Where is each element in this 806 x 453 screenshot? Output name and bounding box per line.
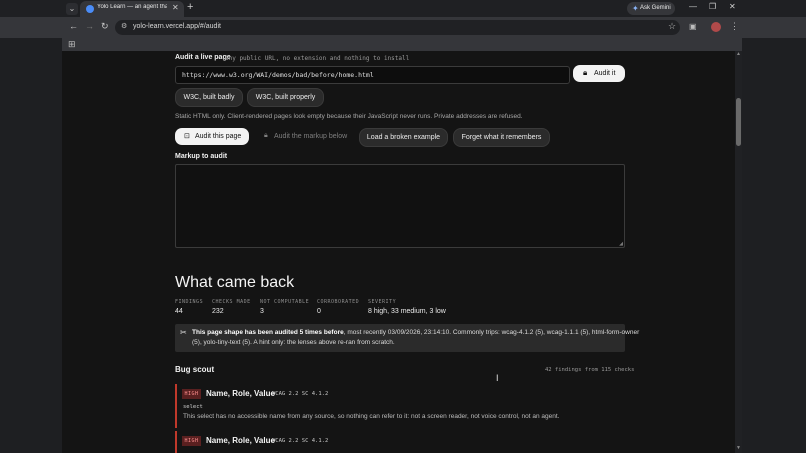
stat-severity-value: 8 high, 33 medium, 3 low	[368, 308, 446, 315]
close-window-icon[interactable]: ✕	[729, 2, 736, 11]
finding-wcag-ref: WCAG 2.2 SC 4.1.2	[272, 391, 329, 397]
stat-checks-label: CHECKS MADE	[212, 299, 251, 305]
stat-not-computable-value: 3	[260, 308, 264, 315]
history-banner-rest: , most recently 03/09/2026, 23:14:10. Co…	[343, 329, 640, 336]
forget-memory-button[interactable]: Forget what it remembers	[453, 128, 550, 147]
stat-not-computable-label: NOT COMPUTABLE	[260, 299, 310, 305]
audit-page: Audit a live page any public URL, no ext…	[62, 51, 735, 453]
finding-title: Name, Role, Value	[206, 436, 275, 445]
history-banner-line2: (5), yolo-tiny-text (5). A hint only: th…	[192, 339, 395, 346]
audit-live-label: Audit a live page	[175, 54, 231, 61]
desktop-left	[0, 38, 62, 453]
load-broken-example-button[interactable]: Load a broken example	[359, 128, 448, 147]
audit-it-label: Audit it	[594, 70, 616, 77]
severity-badge: HIGH	[182, 436, 201, 446]
finding-title: Name, Role, Value	[206, 389, 275, 398]
tab-search-button[interactable]: ⌄	[66, 3, 78, 15]
reload-icon[interactable]: ↻	[101, 21, 109, 32]
scissors-icon: ✂	[180, 328, 187, 337]
resize-handle-icon[interactable]: ◢	[619, 241, 623, 247]
preset-w3c-good-button[interactable]: W3C, built properly	[247, 88, 324, 107]
stat-corroborated-value: 0	[317, 308, 321, 315]
address-url[interactable]: yolo-learn.vercel.app/#/audit	[133, 23, 221, 30]
lock-icon: 🔒︎	[583, 68, 588, 77]
severity-badge: HIGH	[182, 389, 201, 399]
bookmarks-bar: ⊞	[62, 38, 742, 51]
gemini-sparkle-icon: ✦	[632, 4, 639, 13]
finding-description: This select has no accessible name from …	[183, 413, 560, 420]
audit-markup-button[interactable]: 🔒︎ Audit the markup below	[256, 128, 354, 145]
ask-gemini-button[interactable]: ✦ Ask Gemini	[627, 2, 675, 15]
tab-title: Yolo Learn — an agent that lea	[97, 4, 167, 10]
stat-severity-label: SEVERITY	[368, 299, 397, 305]
history-banner-bold: This page shape has been audited 5 times…	[192, 329, 344, 336]
audit-this-page-label: Audit this page	[195, 133, 242, 140]
browser-toolbar: ← → ↻ ⚙ yolo-learn.vercel.app/#/audit ☆ …	[0, 17, 806, 38]
desktop-right	[742, 38, 806, 453]
address-bar[interactable]: ⚙ yolo-learn.vercel.app/#/audit ☆	[115, 20, 680, 35]
minimize-icon[interactable]: —	[689, 2, 697, 11]
history-banner: ✂ This page shape has been audited 5 tim…	[175, 324, 639, 352]
stat-corroborated-label: CORROBORATED	[317, 299, 360, 305]
favicon-icon	[86, 5, 94, 13]
scrollbar-thumb[interactable]	[736, 98, 741, 146]
preset-w3c-bad-button[interactable]: W3C, built badly	[175, 88, 243, 107]
bug-scout-heading: Bug scout	[175, 365, 215, 374]
audit-this-page-button[interactable]: ⊡ Audit this page	[175, 128, 249, 145]
extensions-puzzle-icon[interactable]: ▣	[689, 22, 697, 31]
apps-grid-icon[interactable]: ⊞	[68, 39, 76, 50]
finding-card: HIGH Name, Role, Value WCAG 2.2 SC 4.1.2	[175, 431, 627, 453]
stat-findings-value: 44	[175, 308, 183, 315]
audit-url-value[interactable]: https://www.w3.org/WAI/demos/bad/before/…	[182, 71, 374, 79]
history-banner-line1: This page shape has been audited 5 times…	[192, 329, 639, 336]
scroll-down-icon[interactable]: ▼	[735, 445, 742, 451]
restore-icon[interactable]: ❐	[709, 2, 716, 11]
tab-close-icon[interactable]: ✕	[172, 3, 179, 12]
bookmark-star-icon[interactable]: ☆	[668, 21, 676, 32]
results-heading: What came back	[175, 274, 295, 291]
site-info-icon[interactable]: ⚙	[121, 22, 127, 30]
page-icon: ⊡	[184, 133, 190, 140]
bug-scout-summary: 42 findings from 115 checks	[545, 367, 635, 373]
finding-element: select	[183, 404, 203, 410]
back-arrow-icon[interactable]: ←	[69, 21, 78, 31]
finding-card: HIGH Name, Role, Value WCAG 2.2 SC 4.1.2…	[175, 384, 627, 428]
markup-textarea[interactable]: ◢	[175, 164, 625, 248]
stat-checks-value: 232	[212, 308, 224, 315]
audit-live-hint: any public URL, no extension and nothing…	[225, 55, 410, 62]
new-tab-button[interactable]: +	[187, 1, 193, 13]
active-tab[interactable]: Yolo Learn — an agent that lea ✕	[80, 1, 184, 17]
kebab-menu-icon[interactable]: ⋮	[730, 21, 739, 32]
audit-markup-label: Audit the markup below	[274, 133, 348, 140]
static-html-note: Static HTML only. Client-rendered pages …	[175, 113, 523, 120]
scroll-up-icon[interactable]: ▲	[735, 51, 742, 57]
finding-wcag-ref: WCAG 2.2 SC 4.1.2	[272, 438, 329, 444]
text-cursor-icon: I	[496, 373, 499, 383]
ask-gemini-label: Ask Gemini	[640, 5, 671, 11]
forward-arrow-icon[interactable]: →	[85, 21, 94, 31]
lock-icon: 🔒︎	[264, 132, 268, 139]
markup-label: Markup to audit	[175, 153, 228, 160]
tab-strip: ⌄ Yolo Learn — an agent that lea ✕ + ✦ A…	[0, 0, 806, 17]
audit-it-button[interactable]: 🔒︎ Audit it	[573, 65, 625, 82]
profile-avatar[interactable]	[711, 22, 721, 32]
audit-url-input[interactable]: https://www.w3.org/WAI/demos/bad/before/…	[175, 66, 570, 84]
stat-findings-label: FINDINGS	[175, 299, 204, 305]
